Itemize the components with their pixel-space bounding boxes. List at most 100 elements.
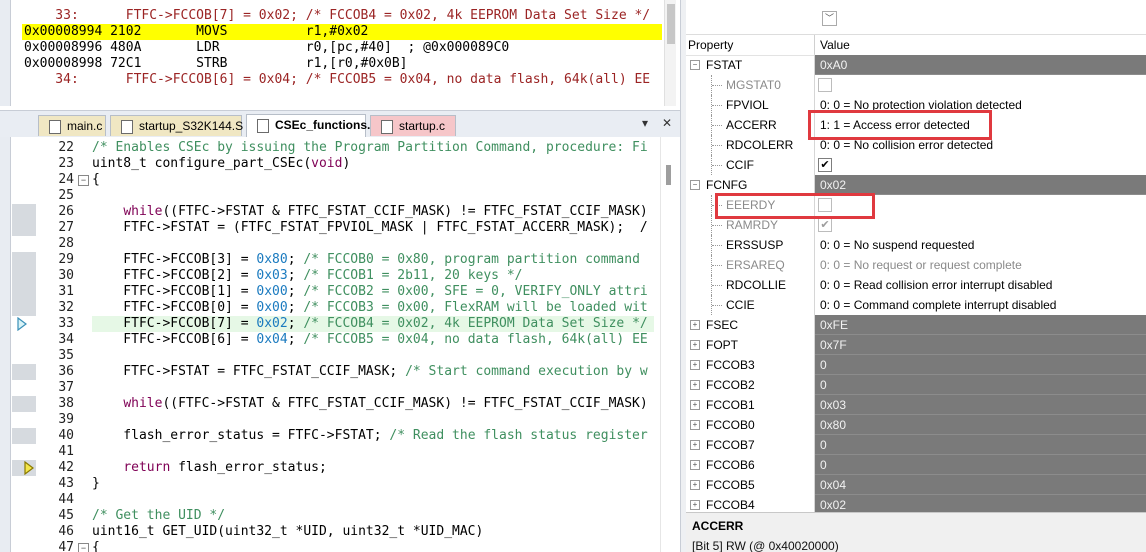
code-line[interactable]: while((FTFC->FSTAT & FTFC_FSTAT_CCIF_MAS… xyxy=(92,204,647,220)
expand-toggle-icon[interactable]: + xyxy=(690,440,700,450)
expand-toggle-icon[interactable]: + xyxy=(690,400,700,410)
register-row-fccob5[interactable]: + FCCOB5 0x04 xyxy=(686,475,1146,495)
breakpoint-gutter-mark[interactable] xyxy=(12,204,36,220)
collapse-toggle-icon[interactable]: − xyxy=(690,60,700,70)
register-row-fccob0[interactable]: + FCCOB0 0x80 xyxy=(686,415,1146,435)
expand-toggle-icon[interactable]: + xyxy=(690,340,700,350)
register-value[interactable]: 0x80 xyxy=(814,415,1146,435)
code-line[interactable]: FTFC->FCCOB[2] = 0x03; /* FCCOB1 = 2b11,… xyxy=(92,268,522,284)
breakpoint-gutter-mark[interactable] xyxy=(12,268,36,284)
breakpoint-gutter-mark[interactable] xyxy=(12,428,36,444)
code-line[interactable]: } xyxy=(92,476,100,492)
bitfield-row-ccif[interactable]: CCIF ✔ xyxy=(686,155,1146,175)
collapse-chevron-icon[interactable]: ﹀ xyxy=(822,11,837,26)
register-value[interactable]: 0 xyxy=(814,375,1146,395)
code-line[interactable]: /* Enables CSEc by issuing the Program P… xyxy=(92,140,648,156)
bitfield-row-ccie[interactable]: CCIE 0: 0 = Command complete interrupt di… xyxy=(686,295,1146,315)
expand-toggle-icon[interactable]: + xyxy=(690,360,700,370)
column-separator[interactable] xyxy=(814,35,815,55)
code-line[interactable]: FTFC->FCCOB[6] = 0x04; /* FCCOB5 = 0x04,… xyxy=(92,332,647,348)
disasm-instruction-line[interactable]: 0x00008998 72C1 STRB r1,[r0,#0x0B] xyxy=(24,56,408,72)
register-value[interactable]: 0xA0 xyxy=(814,55,1146,75)
bitfield-checkbox[interactable]: ✔ xyxy=(818,218,832,232)
breakpoint-gutter-mark[interactable] xyxy=(12,300,36,316)
register-row-fccob6[interactable]: + FCCOB6 0 xyxy=(686,455,1146,475)
fold-toggle-icon[interactable]: − xyxy=(78,543,89,552)
register-row-fccob7[interactable]: + FCCOB7 0 xyxy=(686,435,1146,455)
disasm-scrollbar[interactable] xyxy=(664,0,676,106)
register-value[interactable]: 0 xyxy=(814,455,1146,475)
expand-toggle-icon[interactable]: + xyxy=(690,320,700,330)
register-row-fopt[interactable]: + FOPT 0x7F xyxy=(686,335,1146,355)
code-line[interactable]: while((FTFC->FSTAT & FTFC_FSTAT_CCIF_MAS… xyxy=(92,396,647,412)
code-line[interactable]: FTFC->FSTAT = FTFC_FSTAT_CCIF_MASK; /* S… xyxy=(92,364,647,380)
code-line[interactable]: FTFC->FCCOB[1] = 0x00; /* FCCOB2 = 0x00,… xyxy=(92,284,647,300)
close-editor-icon[interactable]: ✕ xyxy=(662,116,672,130)
expand-toggle-icon[interactable]: + xyxy=(690,500,700,510)
tab-list-dropdown-icon[interactable]: ▾ xyxy=(642,116,648,130)
register-value[interactable]: 0 xyxy=(814,435,1146,455)
register-value[interactable]: 0: 0 = Read collision error interrupt di… xyxy=(814,275,1146,295)
breakpoint-gutter-mark[interactable] xyxy=(12,284,36,300)
register-row-fcnfg[interactable]: − FCNFG 0x02 xyxy=(686,175,1146,195)
value-column-header[interactable]: Value xyxy=(820,35,850,55)
tab-csec-functions-c[interactable]: CSEc_functions.c xyxy=(246,114,377,137)
code-line[interactable]: flash_error_status = FTFC->FSTAT; /* Rea… xyxy=(92,428,647,444)
code-line[interactable]: uint16_t GET_UID(uint32_t *UID, uint32_t… xyxy=(92,524,483,540)
tab-startup-c[interactable]: startup.c xyxy=(370,115,456,136)
bitfield-row-ersareq[interactable]: ERSAREQ 0: 0 = No request or request comp… xyxy=(686,255,1146,275)
code-line[interactable]: { xyxy=(92,172,100,188)
disasm-source-line[interactable]: 34: FTFC->FCCOB[6] = 0x04; /* FCCOB5 = 0… xyxy=(24,72,650,88)
disasm-source-line[interactable]: 33: FTFC->FCCOB[7] = 0x02; /* FCCOB4 = 0… xyxy=(24,8,650,24)
register-value[interactable]: 0x03 xyxy=(814,395,1146,415)
code-line[interactable]: return flash_error_status; xyxy=(92,460,327,476)
breakpoint-gutter-mark[interactable] xyxy=(12,220,36,236)
expand-toggle-icon[interactable]: + xyxy=(690,380,700,390)
property-column-header[interactable]: Property xyxy=(688,35,733,55)
register-value[interactable]: 0x04 xyxy=(814,475,1146,495)
scrollbar-thumb[interactable] xyxy=(667,4,675,44)
bitfield-row-erssusp[interactable]: ERSSUSP 0: 0 = No suspend requested xyxy=(686,235,1146,255)
code-line[interactable]: FTFC->FCCOB[7] = 0x02; /* FCCOB4 = 0x02,… xyxy=(92,316,647,332)
bitfield-row-mgstat0[interactable]: MGSTAT0 xyxy=(686,75,1146,95)
code-line[interactable]: FTFC->FSTAT = (FTFC_FSTAT_FPVIOL_MASK | … xyxy=(92,220,647,236)
disasm-instruction-line[interactable]: 0x00008996 480A LDR r0,[pc,#40] ; @0x000… xyxy=(24,40,509,56)
register-row-fstat[interactable]: − FSTAT 0xA0 xyxy=(686,55,1146,75)
register-row-fsec[interactable]: + FSEC 0xFE xyxy=(686,315,1146,335)
register-value[interactable]: 0: 0 = No suspend requested xyxy=(814,235,1146,255)
bitfield-checkbox[interactable]: ✔ xyxy=(818,158,832,172)
disasm-instruction-line[interactable]: 0x00008994 2102 MOVS r1,#0x02 xyxy=(24,24,368,40)
tab-startup-s32k144-s[interactable]: startup_S32K144.S xyxy=(110,115,243,136)
register-value[interactable]: 0: 0 = No request or request complete xyxy=(814,255,1146,275)
register-value[interactable]: 0 xyxy=(814,355,1146,375)
register-name: FCCOB3 xyxy=(706,358,755,372)
scrollbar-thumb[interactable] xyxy=(666,165,671,185)
return-position-arrow-icon xyxy=(24,461,34,475)
breakpoint-gutter-mark[interactable] xyxy=(12,252,36,268)
tab-main-c[interactable]: main.c xyxy=(38,115,106,136)
code-line[interactable]: FTFC->FCCOB[3] = 0x80; /* FCCOB0 = 0x80,… xyxy=(92,252,640,268)
editor-gutter[interactable] xyxy=(12,137,36,552)
breakpoint-gutter-mark[interactable] xyxy=(12,396,36,412)
fold-toggle-icon[interactable]: − xyxy=(78,175,89,186)
expand-toggle-icon[interactable]: + xyxy=(690,480,700,490)
editor-scrollbar[interactable] xyxy=(660,137,680,552)
expand-toggle-icon[interactable]: + xyxy=(690,420,700,430)
breakpoint-gutter-mark[interactable] xyxy=(12,364,36,380)
expand-toggle-icon[interactable]: + xyxy=(690,460,700,470)
register-value[interactable]: 0xFE xyxy=(814,315,1146,335)
code-line[interactable]: FTFC->FCCOB[0] = 0x00; /* FCCOB3 = 0x00,… xyxy=(92,300,647,316)
register-value[interactable]: 0: 0 = Command complete interrupt disabl… xyxy=(814,295,1146,315)
code-line[interactable]: /* Get the UID */ xyxy=(92,508,225,524)
register-row-fccob3[interactable]: + FCCOB3 0 xyxy=(686,355,1146,375)
code-line[interactable]: { xyxy=(92,540,100,552)
register-value[interactable]: 0x7F xyxy=(814,335,1146,355)
bitfield-checkbox[interactable] xyxy=(818,78,832,92)
register-row-fccob2[interactable]: + FCCOB2 0 xyxy=(686,375,1146,395)
collapse-toggle-icon[interactable]: − xyxy=(690,180,700,190)
register-value[interactable]: 0x02 xyxy=(814,175,1146,195)
register-row-fccob1[interactable]: + FCCOB1 0x03 xyxy=(686,395,1146,415)
code-line[interactable]: uint8_t configure_part_CSEc(void) xyxy=(92,156,350,172)
bitfield-row-rdcollie[interactable]: RDCOLLIE 0: 0 = Read collision error inte… xyxy=(686,275,1146,295)
code-editor[interactable]: 22 /* Enables CSEc by issuing the Program… xyxy=(0,137,680,552)
